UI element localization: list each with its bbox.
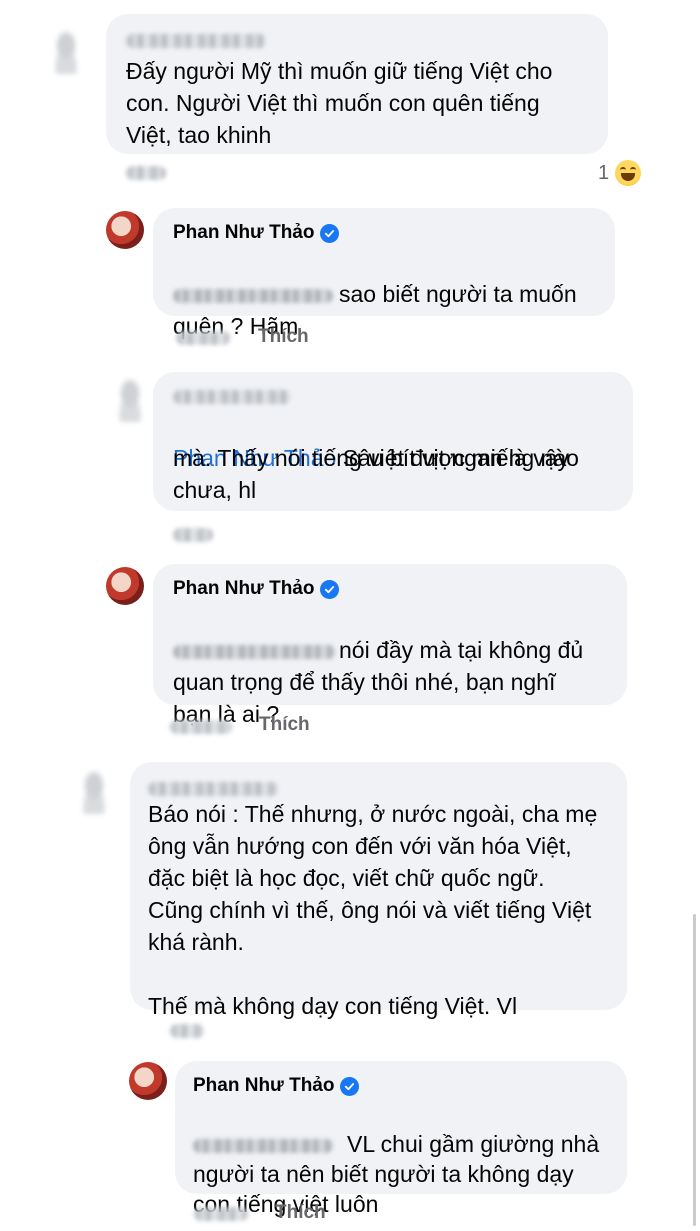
like-button[interactable]: Thích bbox=[259, 714, 310, 736]
author-avatar[interactable] bbox=[106, 567, 144, 605]
verified-badge-icon bbox=[340, 1076, 360, 1096]
reply-text-continued: quan trọng để thấy thôi nhé, bạn nghĩ bạ… bbox=[173, 669, 556, 727]
reply-text-continued: người ta nên biết người ta không dạy con… bbox=[193, 1161, 574, 1217]
verified-badge-icon bbox=[320, 223, 340, 243]
blurred-comment-meta bbox=[126, 166, 166, 180]
blurred-mention bbox=[193, 1138, 333, 1153]
comment-text: Đấy người Mỹ thì muốn giữ tiếng Việt cho… bbox=[126, 58, 553, 148]
blurred-author-name[interactable] bbox=[126, 34, 266, 48]
reaction-summary[interactable]: 1 bbox=[598, 160, 642, 186]
blurred-author-name[interactable] bbox=[173, 390, 291, 404]
blurred-mention bbox=[173, 288, 333, 303]
reaction-count: 1 bbox=[598, 161, 610, 184]
blurred-mention bbox=[173, 644, 335, 659]
reply-text: VL chui gầm giường nhà bbox=[193, 1099, 609, 1159]
commenter-avatar[interactable] bbox=[46, 30, 86, 74]
blurred-comment-meta bbox=[170, 1024, 204, 1038]
reply-bubble: Phan Như Thảo sao biết người ta muốn quê… bbox=[153, 208, 615, 339]
author-avatar[interactable] bbox=[129, 1062, 167, 1100]
author-name[interactable]: Phan Như Thảo bbox=[173, 222, 314, 244]
reply-text: nói đầy mà tại không đủ bbox=[173, 602, 607, 666]
like-button[interactable]: Thích bbox=[258, 326, 309, 348]
haha-emoji-icon bbox=[615, 160, 642, 186]
blurred-timestamp bbox=[194, 1207, 248, 1221]
author-avatar[interactable] bbox=[106, 211, 144, 249]
reply-text: sao biết người ta muốn bbox=[173, 246, 595, 310]
reply-text-continued: quên ? Hãm bbox=[173, 313, 299, 339]
blurred-author-name[interactable] bbox=[148, 782, 278, 796]
commenter-avatar[interactable] bbox=[110, 378, 150, 422]
author-name[interactable]: Phan Như Thảo bbox=[193, 1075, 334, 1097]
reply-bubble: Phan Như Thảo nói đầy mà tại không đủ qu… bbox=[153, 564, 627, 727]
commenter-avatar[interactable] bbox=[74, 770, 114, 814]
comment-bubble: Báo nói : Thế nhưng, ở nước ngoài, cha m… bbox=[130, 762, 627, 1019]
author-name-row[interactable]: Phan Như Thảo bbox=[193, 1073, 609, 1099]
comment-bubble: Đấy người Mỹ thì muốn giữ tiếng Việt cho… bbox=[106, 14, 608, 154]
author-name-row[interactable]: Phan Như Thảo bbox=[173, 576, 607, 602]
like-button[interactable]: Thích bbox=[275, 1202, 326, 1224]
blurred-timestamp bbox=[170, 720, 232, 734]
comment-bubble: Phan Như Thảo Sâu bít vịt ngan là vậy mà… bbox=[153, 372, 633, 511]
comment-text-continued: mà. Thấy nói tiếng việt được miếng nào c… bbox=[173, 445, 579, 503]
author-name[interactable]: Phan Như Thảo bbox=[173, 578, 314, 600]
verified-badge-icon bbox=[320, 579, 340, 599]
comment-text: Báo nói : Thế nhưng, ở nước ngoài, cha m… bbox=[148, 801, 598, 1019]
blurred-timestamp bbox=[176, 331, 230, 345]
author-name-row[interactable]: Phan Như Thảo bbox=[173, 220, 595, 246]
reply-bubble: Phan Như Thảo VL chui gầm giường nhà ngư… bbox=[175, 1061, 627, 1217]
blurred-comment-meta bbox=[173, 528, 213, 542]
scrollbar[interactable] bbox=[693, 914, 696, 1226]
